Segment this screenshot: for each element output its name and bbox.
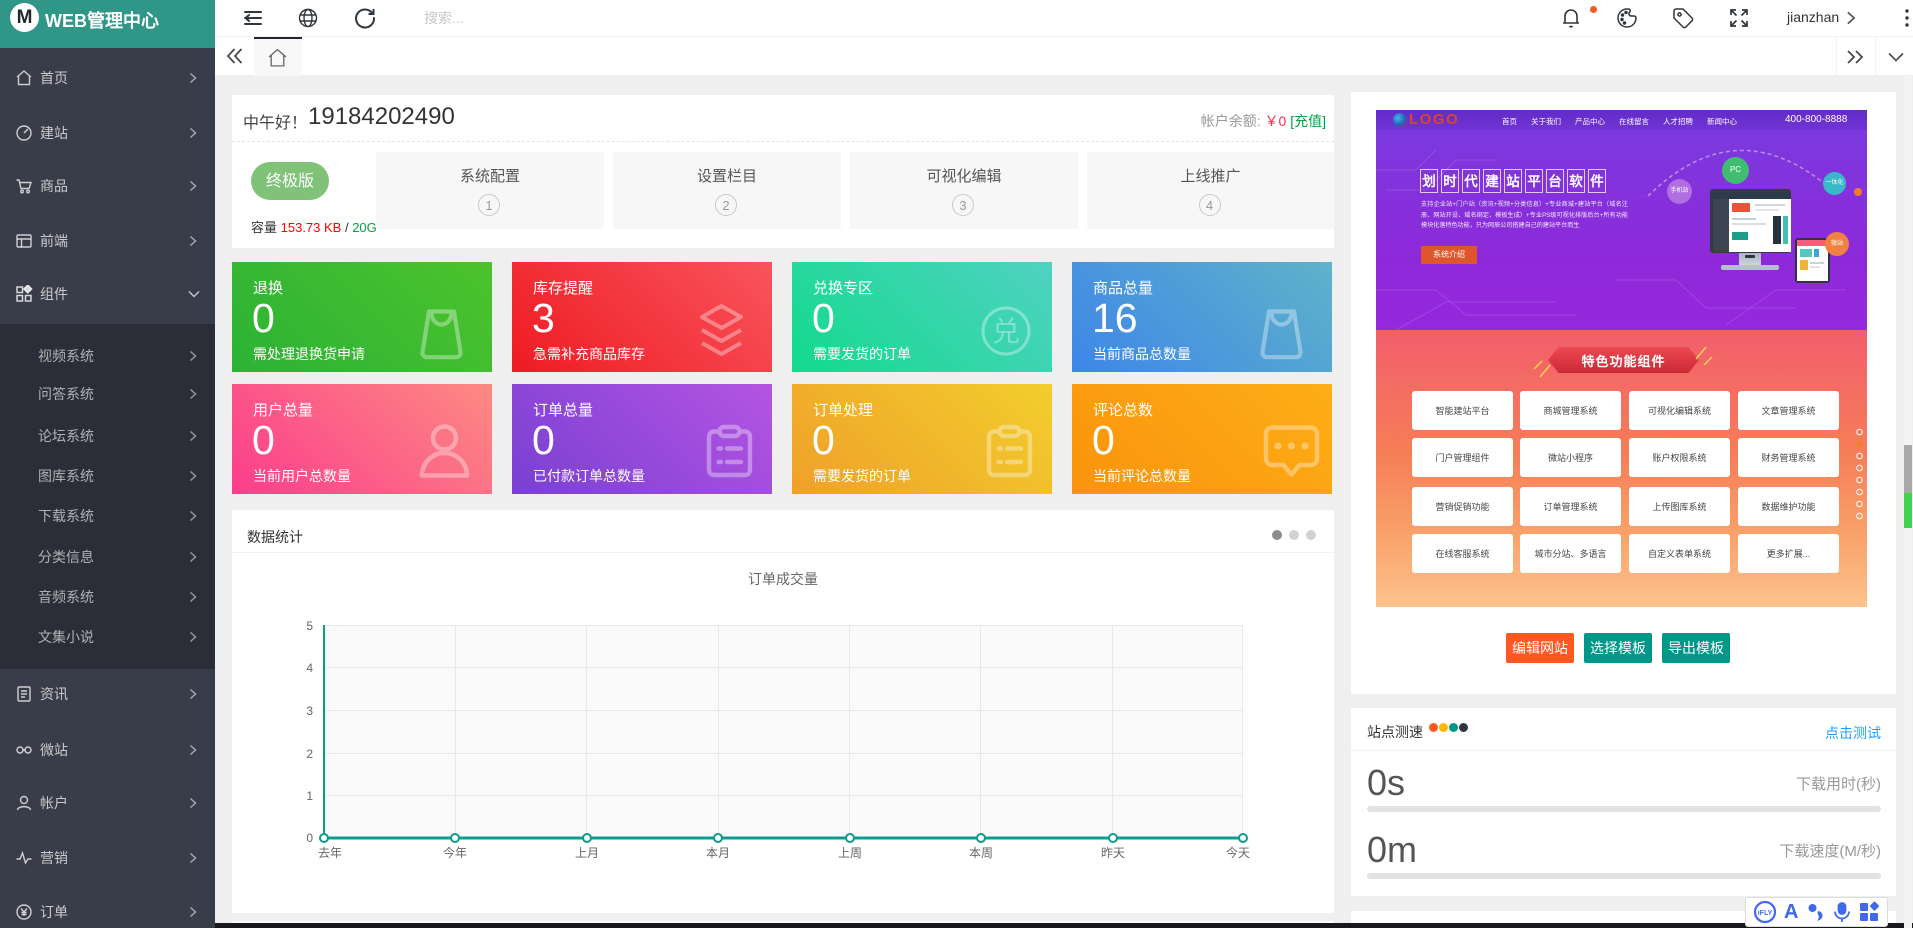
svg-text:iFLY: iFLY <box>1758 910 1773 917</box>
svg-text:5: 5 <box>306 619 313 633</box>
svg-text:本月: 本月 <box>706 846 730 860</box>
svg-text:上月: 上月 <box>575 846 599 860</box>
svg-text:0: 0 <box>306 831 313 845</box>
svg-text:3: 3 <box>306 704 313 718</box>
svg-text:1: 1 <box>306 789 313 803</box>
svg-text:4: 4 <box>306 661 313 675</box>
svg-text:昨天: 昨天 <box>1101 846 1125 860</box>
svg-text:2: 2 <box>306 747 313 761</box>
svg-text:今年: 今年 <box>443 845 467 860</box>
svg-text:兑: 兑 <box>992 316 1020 347</box>
svg-text:本周: 本周 <box>969 846 993 860</box>
svg-text:上周: 上周 <box>838 846 862 860</box>
svg-text:去年: 去年 <box>318 846 342 860</box>
svg-text:今天: 今天 <box>1226 845 1250 860</box>
